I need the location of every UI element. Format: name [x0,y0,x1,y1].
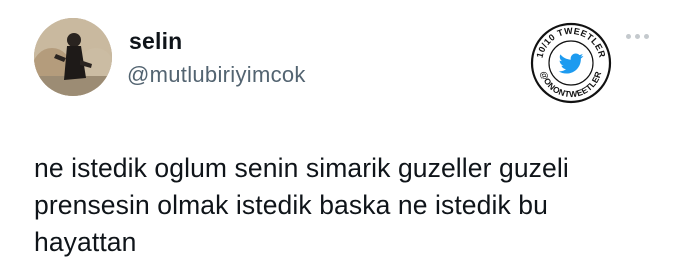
avatar[interactable] [34,18,112,96]
tweet-text-line: ne istedik oglum senin simarik guzeller … [34,153,569,183]
tweet-text-line: hayattan [34,227,137,257]
profile-photo-icon [34,18,112,96]
tweet-text: ne istedik oglum senin simarik guzeller … [34,150,674,261]
display-name[interactable]: selin [129,28,182,55]
user-handle[interactable]: @mutlubiriyimcok [127,62,306,88]
more-options-icon[interactable] [626,34,649,39]
watermark-badge: 10/10 TWEETLER @ONONTWEETLER [530,22,612,104]
tweet-text-line: prensesin olmak istedik baska ne istedik… [34,190,548,220]
tweet-card: selin @mutlubiriyimcok 10/10 TWEETLER @O… [0,0,690,276]
